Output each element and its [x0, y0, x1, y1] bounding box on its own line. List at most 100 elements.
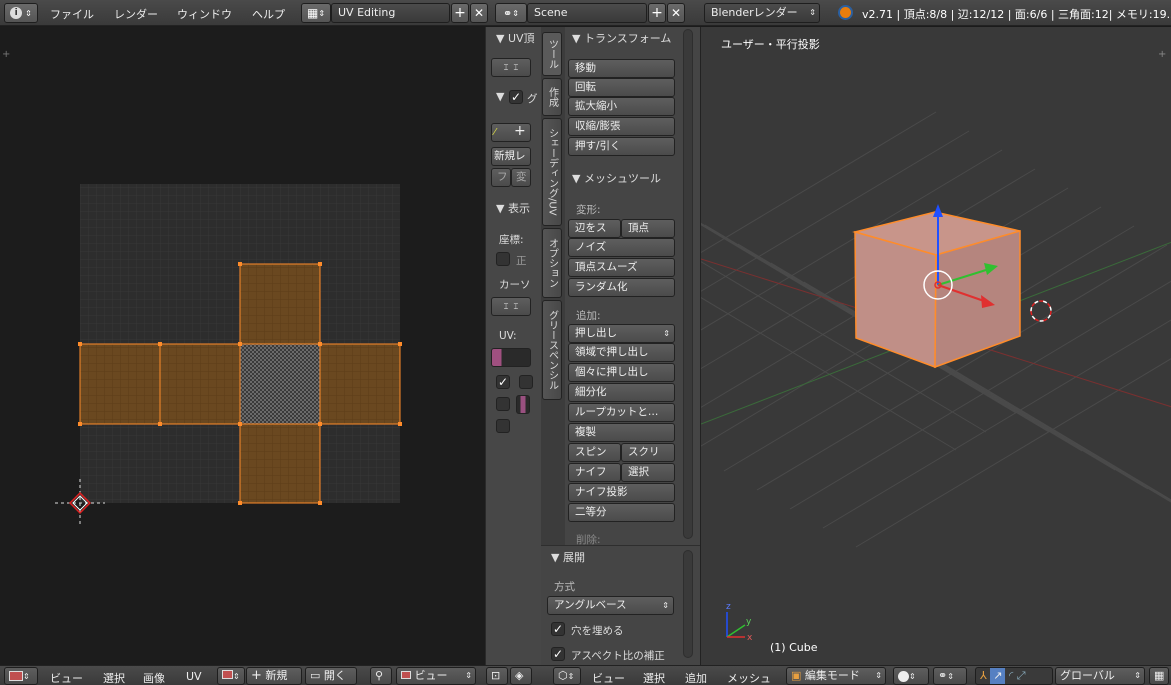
frame-button-1[interactable]: フ [491, 168, 511, 187]
pivot-point-select[interactable]: ⚭⇕ [933, 667, 967, 685]
tab-tools[interactable]: ツール [542, 32, 562, 76]
mesh-tools-panel-header[interactable]: ▼ メッシュツール [572, 170, 661, 186]
uv-face-top[interactable] [239, 263, 321, 345]
knife-project-button[interactable]: ナイフ投影 [568, 483, 675, 502]
uv-menu-uv[interactable]: UV [186, 670, 202, 683]
viewport-canvas[interactable]: z y x [701, 27, 1171, 665]
scene-select-button[interactable]: ⚭ ⇕ [495, 3, 527, 23]
method-select[interactable]: アングルベース ⇕ [547, 596, 674, 615]
render-engine-select[interactable]: Blenderレンダー ⇕ [704, 3, 820, 23]
knife-select-button[interactable]: 選択 [621, 463, 675, 482]
screw-button[interactable]: スクリ [621, 443, 675, 462]
knife-button[interactable]: ナイフ [568, 463, 621, 482]
shrink-fatten-button[interactable]: 収縮/膨張 [568, 117, 675, 136]
uv-color-swatch[interactable] [516, 395, 530, 414]
toolshelf-scrollbar[interactable] [683, 29, 693, 539]
3d-editor-type-button[interactable]: ⬡⇕ [553, 667, 581, 685]
tab-grease-pencil[interactable]: グリースペンシル [542, 300, 562, 400]
rotate-button[interactable]: 回転 [568, 78, 675, 97]
correct-aspect-checkbox[interactable]: ✓ [551, 647, 565, 661]
3d-menu-view[interactable]: ビュー [592, 670, 625, 685]
frame-button-2[interactable]: 変 [511, 168, 531, 187]
new-layer-button[interactable]: 新規レ [491, 147, 531, 166]
tab-create[interactable]: 作成 [542, 78, 562, 116]
push-pull-button[interactable]: 押す/引く [568, 137, 675, 156]
extrude-dropdown[interactable]: 押し出し ⇕ [568, 324, 675, 343]
image-browse-button[interactable]: ⇕ [217, 667, 245, 685]
menu-help[interactable]: ヘルプ [252, 6, 285, 22]
remove-scene-icon[interactable]: ✕ [667, 3, 685, 23]
add-screen-icon[interactable]: + [451, 3, 469, 23]
open-image-button[interactable]: ▭ 開く [305, 667, 357, 685]
spin-button[interactable]: スピン [568, 443, 621, 462]
layers-icon[interactable]: ▦ [1149, 667, 1169, 685]
uv-display-color-toggle[interactable] [491, 348, 531, 367]
screen-layout-button[interactable]: ▦ ⇕ [301, 3, 331, 23]
menu-render[interactable]: レンダー [114, 6, 158, 22]
uv-check-3[interactable] [496, 397, 510, 411]
bisect-button[interactable]: 二等分 [568, 503, 675, 522]
remove-screen-icon[interactable]: ✕ [470, 3, 488, 23]
screen-layout-field[interactable]: UV Editing [331, 3, 450, 23]
extrude-individual-button[interactable]: 個々に押し出し [568, 363, 675, 382]
vertex-slide-button[interactable]: 頂点 [621, 219, 675, 238]
translate-button[interactable]: 移動 [568, 59, 675, 78]
menu-file[interactable]: ファイル [50, 6, 94, 22]
uv-face-center-left[interactable] [159, 343, 241, 425]
uv-face-left[interactable] [79, 343, 161, 425]
extrude-region-button[interactable]: 領域で押し出し [568, 343, 675, 362]
uv-check-4[interactable] [496, 419, 510, 433]
tab-shading-uv[interactable]: シェーディング/UV [542, 118, 562, 226]
pin-buttons[interactable]: ⌶ ⌶ [491, 58, 531, 77]
draw-tools[interactable]: ⁄ + [491, 123, 531, 142]
cursor-buttons[interactable]: ⌶ ⌶ [491, 297, 531, 316]
pin-icon[interactable]: ⚲ [370, 667, 392, 685]
uv-face-right[interactable] [319, 343, 401, 425]
display-panel-header[interactable]: ▼ 表示 [496, 200, 530, 216]
randomize-button[interactable]: ランダム化 [568, 278, 675, 297]
orientation-select[interactable]: グローバル ⇕ [1055, 667, 1145, 685]
subdivide-button[interactable]: 細分化 [568, 383, 675, 402]
uv-menu-select[interactable]: 選択 [103, 670, 125, 685]
pivot-icon[interactable]: ⊡ [486, 667, 508, 685]
uv-panel-header[interactable]: ▼ UV頂 [496, 30, 535, 46]
3d-cursor-icon[interactable] [1030, 300, 1052, 322]
uv-check-1[interactable]: ✓ [496, 375, 510, 389]
edge-slide-button[interactable]: 辺をス [568, 219, 621, 238]
3d-menu-add[interactable]: 追加 [685, 670, 707, 685]
viewport-shading-select[interactable]: ⇕ [893, 667, 929, 685]
noise-button[interactable]: ノイズ [568, 238, 675, 257]
scale-button[interactable]: 拡大縮小 [568, 97, 675, 116]
uv-menu-view[interactable]: ビュー [50, 670, 83, 685]
grease-collapse-icon[interactable]: ▼ [496, 90, 504, 103]
uv-canvas[interactable]: + [0, 27, 485, 665]
mode-select[interactable]: ▣ 編集モード ⇕ [786, 667, 886, 685]
normalized-checkbox[interactable] [496, 252, 510, 266]
smooth-vertex-button[interactable]: 頂点スムーズ [568, 258, 675, 277]
scene-field[interactable]: Scene [527, 3, 647, 23]
image-view-select[interactable]: ビュー ⇕ [396, 667, 476, 685]
uv-check-2[interactable] [519, 375, 533, 389]
uv-image-editor[interactable]: + [0, 27, 485, 665]
unwrap-scrollbar[interactable] [683, 550, 693, 658]
unwrap-panel-header[interactable]: ▼ 展開 [551, 549, 585, 565]
menu-window[interactable]: ウィンドウ [177, 6, 232, 22]
transform-panel-header[interactable]: ▼ トランスフォーム [572, 30, 671, 46]
fill-holes-checkbox[interactable]: ✓ [551, 622, 565, 636]
3d-viewport[interactable]: z y x ユーザー・平行投影 (1) Cube + [700, 27, 1171, 665]
manipulator-toggles[interactable]: ⅄ ↗ ◜ ⤢ [975, 667, 1053, 685]
uv-face-center[interactable] [239, 343, 321, 425]
uv-sync-icon[interactable]: ◈ [510, 667, 532, 685]
uv-face-bottom[interactable] [239, 423, 321, 504]
3d-menu-mesh[interactable]: メッシュ [727, 670, 771, 685]
new-image-button[interactable]: + 新規 [246, 667, 302, 685]
duplicate-button[interactable]: 複製 [568, 423, 675, 442]
uv-editor-type-button[interactable]: ⇕ [4, 667, 38, 685]
add-scene-icon[interactable]: + [648, 3, 666, 23]
loopcut-button[interactable]: ループカットと… [568, 403, 675, 422]
tab-options[interactable]: オプション [542, 228, 562, 298]
grease-checkbox[interactable]: ✓ [509, 90, 523, 104]
editor-type-button[interactable]: i ⇕ [4, 3, 38, 23]
3d-menu-select[interactable]: 選択 [643, 670, 665, 685]
uv-menu-image[interactable]: 画像 [143, 670, 165, 685]
